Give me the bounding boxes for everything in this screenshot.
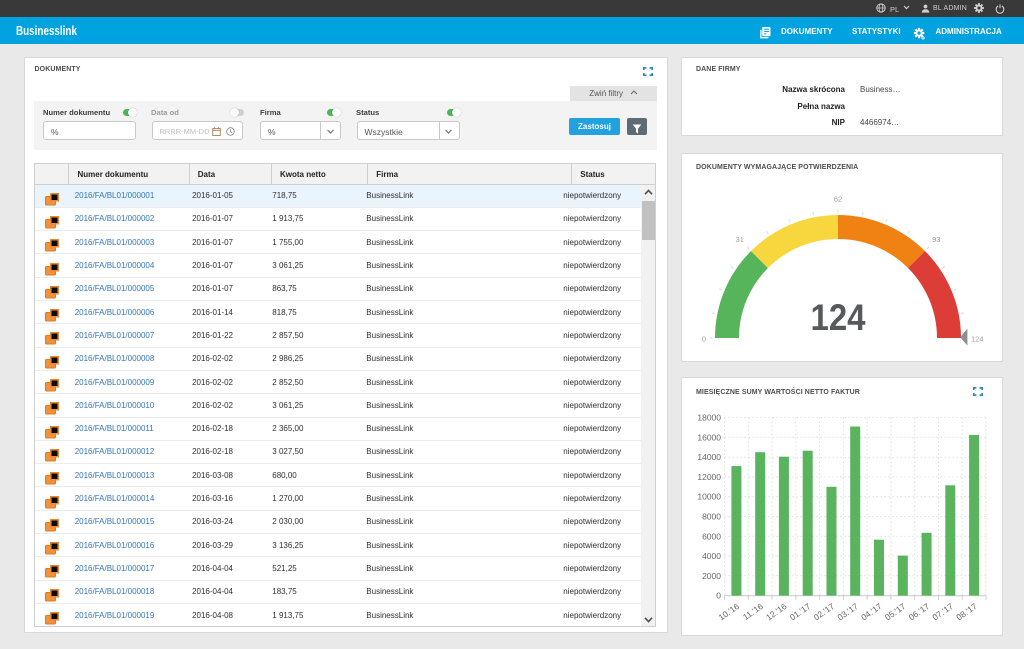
svg-text:10000: 10000 (697, 492, 721, 502)
svg-text:10.'16: 10.'16 (717, 601, 742, 622)
svg-text:07.'17: 07.'17 (930, 601, 955, 622)
svg-text:31: 31 (736, 235, 744, 244)
svg-text:62: 62 (834, 195, 842, 204)
svg-text:6000: 6000 (702, 531, 721, 541)
svg-text:01.'17: 01.'17 (788, 601, 813, 622)
svg-text:12000: 12000 (697, 472, 721, 482)
svg-text:11.'16: 11.'16 (741, 601, 765, 622)
svg-text:16000: 16000 (697, 432, 721, 442)
svg-text:05.'17: 05.'17 (883, 601, 908, 622)
svg-text:8000: 8000 (702, 512, 721, 522)
svg-text:2000: 2000 (702, 571, 721, 581)
svg-text:18000: 18000 (697, 413, 721, 423)
svg-text:93: 93 (932, 235, 940, 244)
svg-text:124: 124 (811, 297, 866, 338)
svg-text:03.'17: 03.'17 (835, 601, 860, 622)
svg-text:124: 124 (971, 335, 984, 344)
svg-text:0: 0 (716, 591, 721, 601)
svg-text:04.'17: 04.'17 (859, 601, 884, 622)
svg-text:14000: 14000 (697, 452, 721, 462)
svg-text:08.'17: 08.'17 (954, 601, 979, 622)
svg-text:06.'17: 06.'17 (907, 601, 932, 622)
svg-text:4000: 4000 (702, 551, 721, 561)
svg-text:12.'16: 12.'16 (764, 601, 789, 622)
svg-text:02.'17: 02.'17 (812, 601, 837, 622)
svg-text:0: 0 (702, 335, 706, 344)
